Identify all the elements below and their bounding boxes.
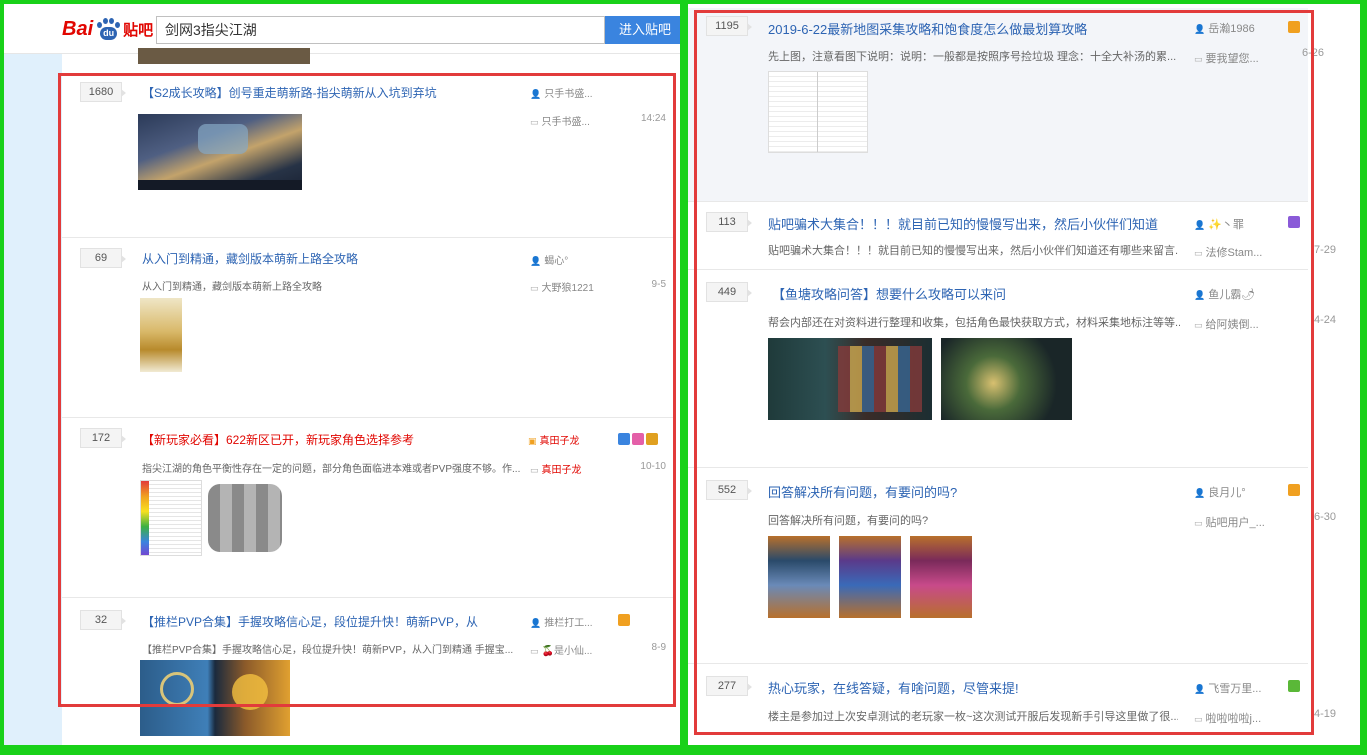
thread-time: 7-29: [1314, 244, 1337, 256]
paw-icon: du: [95, 18, 121, 40]
right-screenshot-panel: 1195 2019-6-22最新地图采集攻略和饱食度怎么做最划算攻略 先上图，注…: [688, 4, 1360, 745]
baidu-tieba-logo[interactable]: Bai du 贴吧: [62, 16, 153, 42]
left-screenshot-panel: Bai du 贴吧 剑网3指尖江湖 进入贴吧 1680 【S2成长攻略】创号重走…: [4, 4, 680, 745]
thread-time: 4-19: [1314, 708, 1337, 720]
enter-tieba-button[interactable]: 进入贴吧: [605, 16, 680, 44]
logo-du-text: du: [100, 27, 118, 40]
search-input[interactable]: 剑网3指尖江湖: [156, 16, 605, 44]
highlight-box: [694, 10, 1314, 735]
logo-bai-text: Bai: [62, 17, 94, 40]
thread-time: 4-24: [1314, 314, 1337, 326]
thread-time: 6-30: [1314, 511, 1337, 523]
previous-thread-thumbnail[interactable]: [138, 48, 310, 64]
highlight-box: [58, 73, 676, 707]
page-side-background: [4, 54, 62, 745]
logo-tieba-text: 贴吧: [123, 21, 154, 39]
header-bar: Bai du 贴吧 剑网3指尖江湖 进入贴吧: [4, 4, 680, 54]
